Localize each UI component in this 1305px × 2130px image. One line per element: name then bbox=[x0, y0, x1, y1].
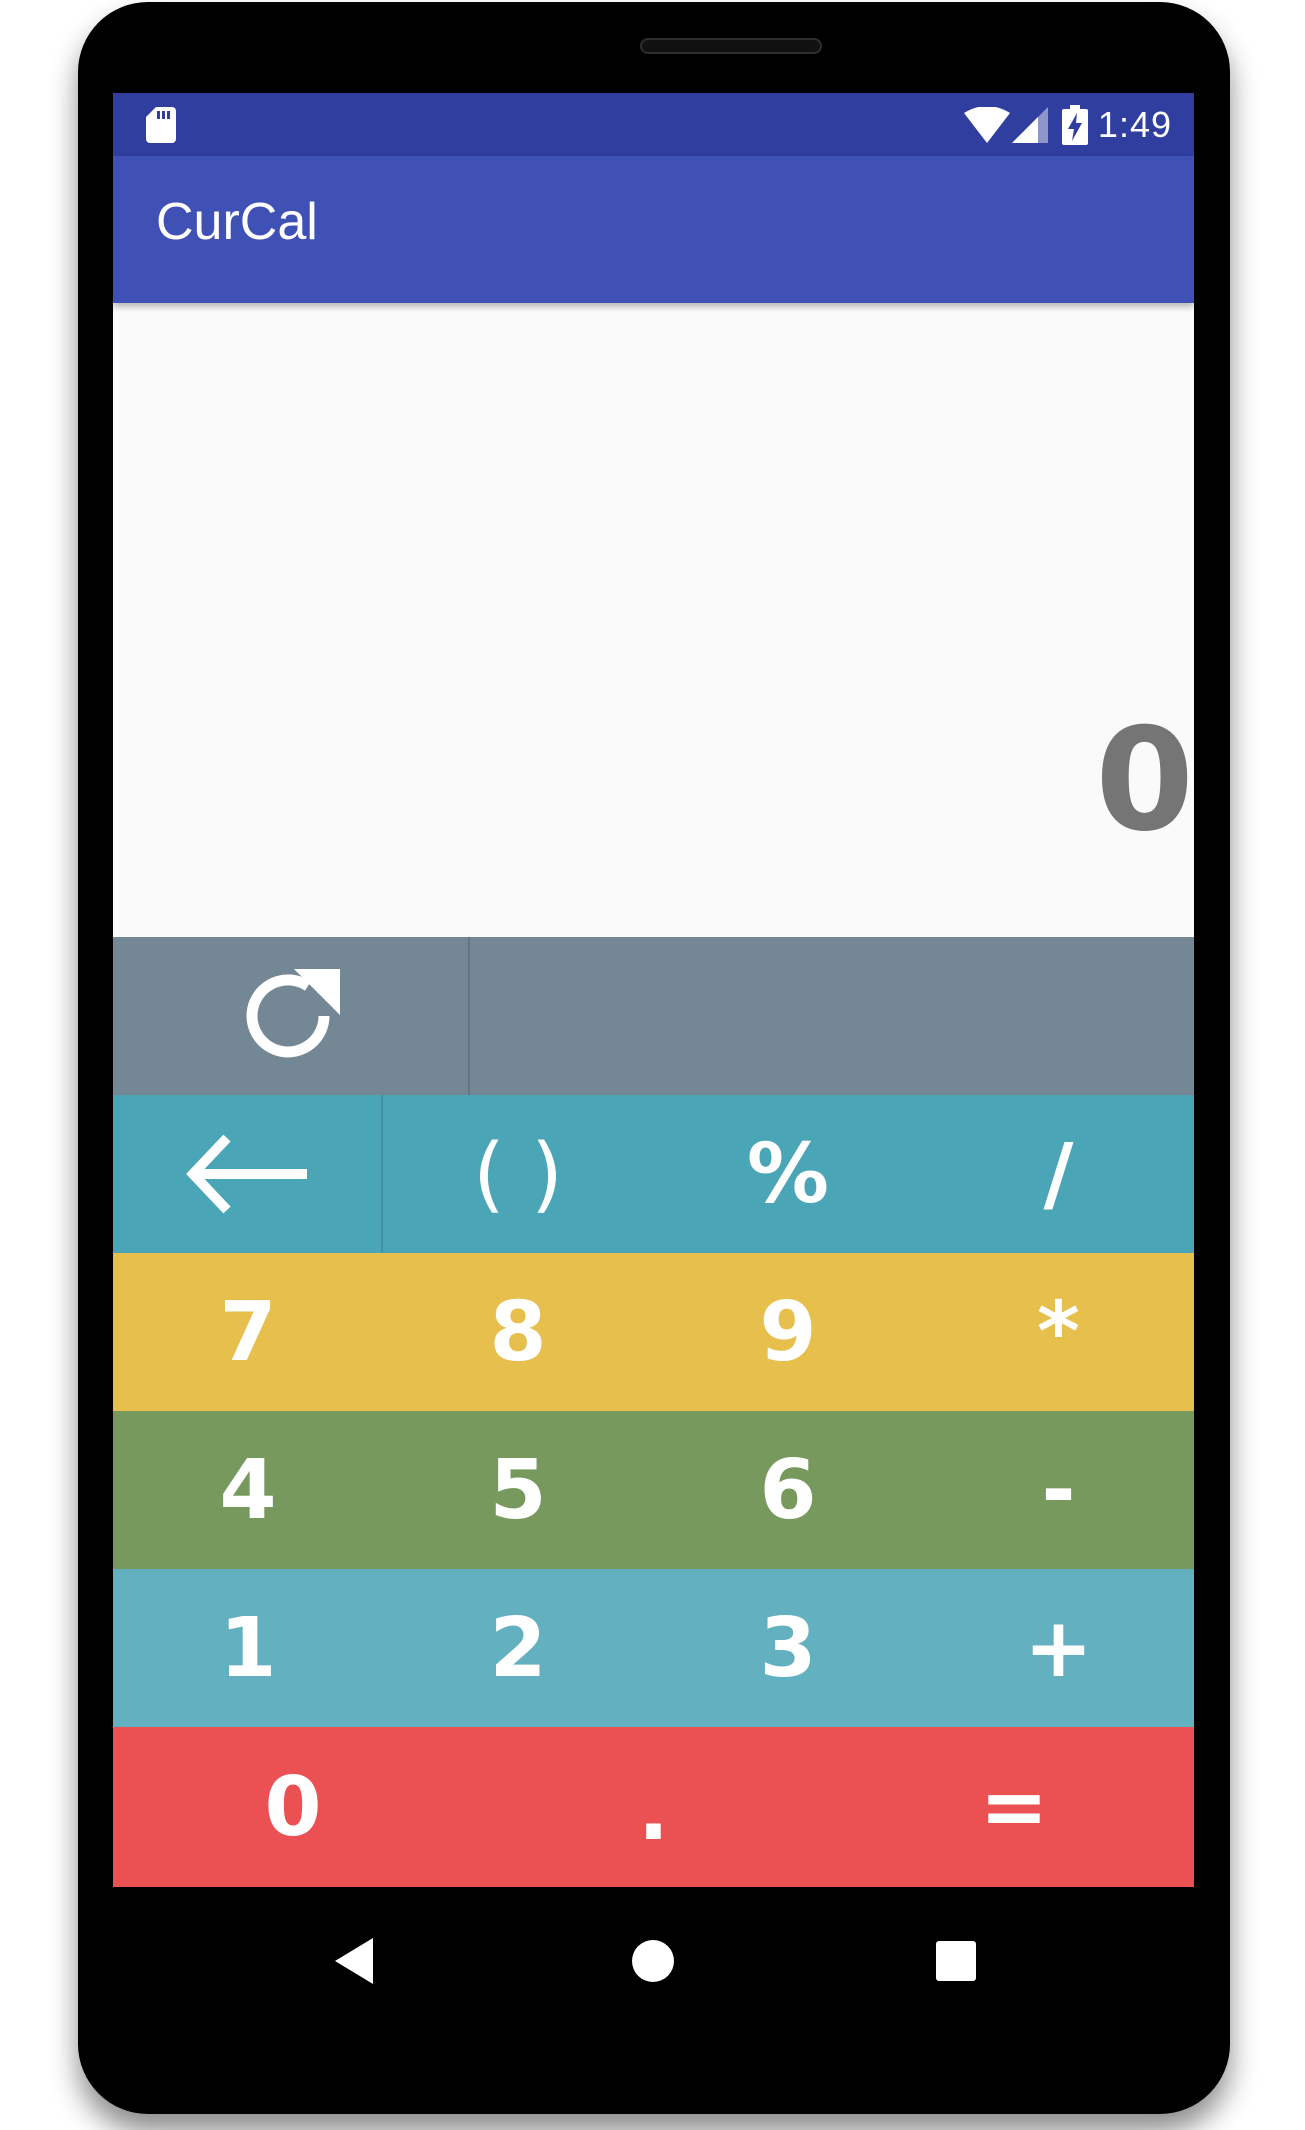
percent-button[interactable]: % bbox=[653, 1095, 923, 1253]
key-3[interactable]: 3 bbox=[653, 1569, 923, 1727]
backspace-button[interactable] bbox=[113, 1095, 383, 1253]
key-9[interactable]: 9 bbox=[653, 1253, 923, 1411]
back-button[interactable] bbox=[325, 1931, 385, 1991]
refresh-button[interactable] bbox=[113, 937, 470, 1095]
sd-card-icon bbox=[146, 107, 176, 143]
wifi-icon bbox=[963, 106, 1010, 143]
calculator-display: 0 bbox=[113, 303, 1194, 937]
key-0[interactable]: 0 bbox=[113, 1727, 473, 1887]
key-8[interactable]: 8 bbox=[383, 1253, 653, 1411]
key-1[interactable]: 1 bbox=[113, 1569, 383, 1727]
key-5[interactable]: 5 bbox=[383, 1411, 653, 1569]
keypad-row-789: 7 8 9 * bbox=[113, 1253, 1194, 1411]
utility-empty-button[interactable] bbox=[470, 937, 1194, 1095]
status-time: 1:49 bbox=[1097, 103, 1172, 145]
add-button[interactable]: + bbox=[923, 1569, 1194, 1727]
divide-button[interactable]: / bbox=[923, 1095, 1194, 1253]
earpiece-speaker bbox=[640, 38, 822, 54]
key-7[interactable]: 7 bbox=[113, 1253, 383, 1411]
recents-button[interactable] bbox=[926, 1931, 986, 1991]
keypad-row-123: 1 2 3 + bbox=[113, 1569, 1194, 1727]
refresh-icon bbox=[246, 969, 340, 1058]
home-icon bbox=[632, 1940, 674, 1982]
app-screen: 1:49 CurCal 0 ( ) % / 7 8 9 * 4 5 6 - 1 … bbox=[113, 93, 1194, 1887]
signal-icon bbox=[1011, 106, 1048, 143]
key-4[interactable]: 4 bbox=[113, 1411, 383, 1569]
arrow-left-icon bbox=[186, 1134, 307, 1214]
multiply-button[interactable]: * bbox=[923, 1253, 1194, 1411]
app-title: CurCal bbox=[156, 193, 318, 251]
parentheses-button[interactable]: ( ) bbox=[383, 1095, 653, 1253]
app-bar: CurCal bbox=[113, 156, 1194, 303]
operators-row: ( ) % / bbox=[113, 1095, 1194, 1253]
home-button[interactable] bbox=[623, 1931, 683, 1991]
status-bar: 1:49 bbox=[113, 93, 1194, 156]
keypad-row-0: 0 . = bbox=[113, 1727, 1194, 1887]
equals-button[interactable]: = bbox=[834, 1727, 1194, 1887]
display-value: 0 bbox=[1095, 698, 1194, 863]
utility-row bbox=[113, 937, 1194, 1095]
key-2[interactable]: 2 bbox=[383, 1569, 653, 1727]
back-icon bbox=[335, 1938, 373, 1984]
recents-icon bbox=[936, 1941, 976, 1981]
decimal-button[interactable]: . bbox=[473, 1727, 834, 1887]
key-6[interactable]: 6 bbox=[653, 1411, 923, 1569]
keypad-row-456: 4 5 6 - bbox=[113, 1411, 1194, 1569]
subtract-button[interactable]: - bbox=[923, 1411, 1194, 1569]
battery-charging-icon bbox=[1061, 104, 1088, 145]
status-icons: 1:49 bbox=[963, 93, 1172, 156]
system-nav-bar bbox=[113, 1887, 1194, 2047]
